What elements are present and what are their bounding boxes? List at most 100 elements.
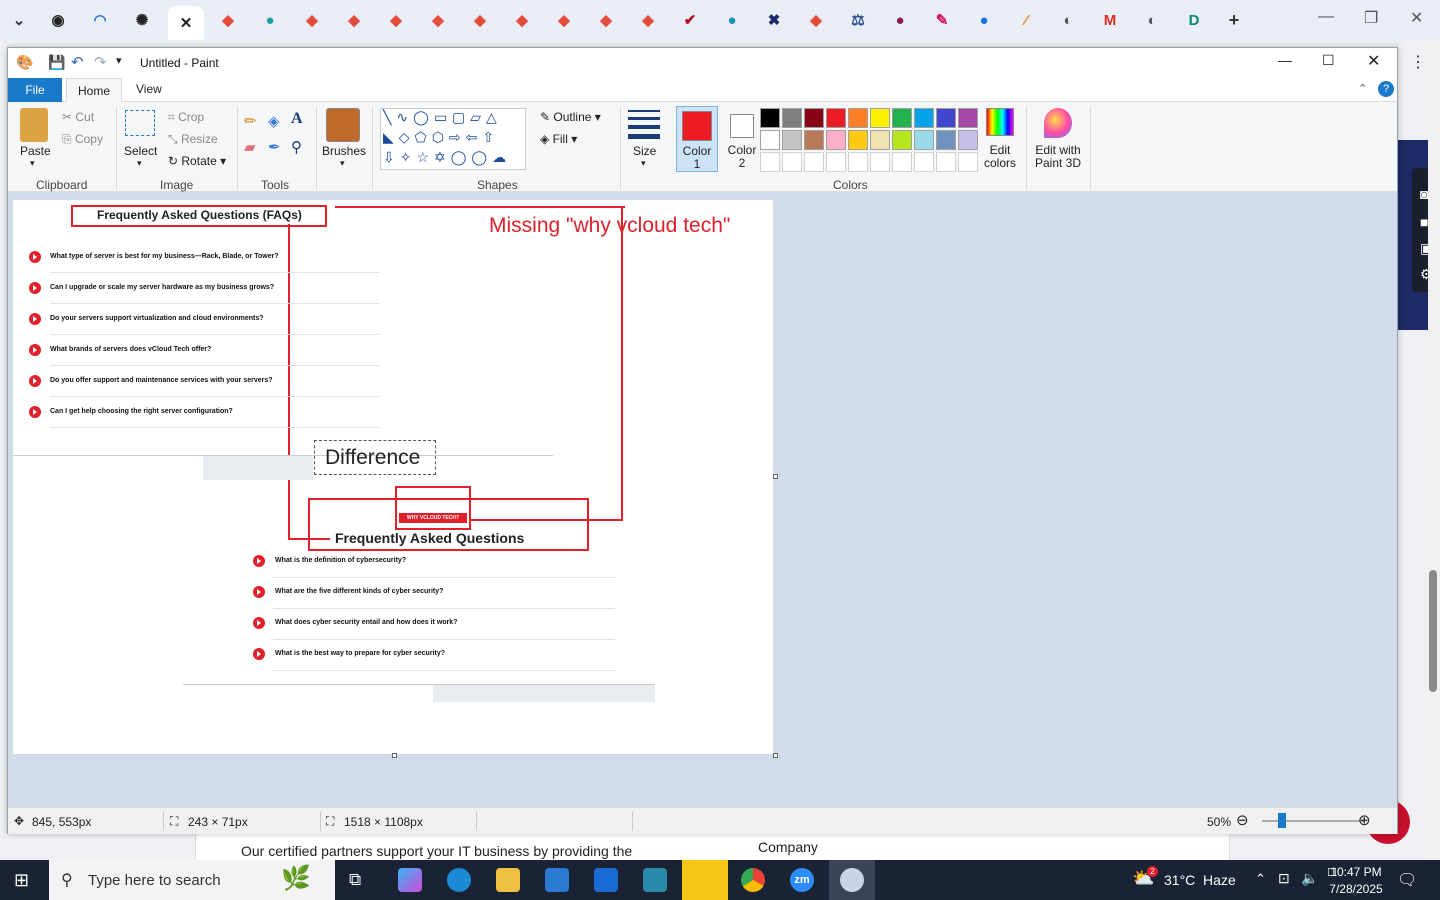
palette-swatch[interactable] [958,130,978,150]
app-icon[interactable] [643,868,667,892]
tab-favicon-18[interactable]: ✖ [756,6,792,34]
paste-dropdown-icon[interactable]: ▾ [30,158,35,169]
tab-favicon-24[interactable]: ⁄ [1008,6,1044,34]
size-dropdown-icon[interactable]: ▾ [641,158,646,169]
quick-access-dropdown-icon[interactable]: ▾ [116,54,122,67]
palette-swatch[interactable] [804,130,824,150]
color1-button[interactable]: Color 1 [676,106,718,172]
text-selection-box[interactable]: Difference [314,440,436,475]
page-scrollbar[interactable] [1428,40,1440,860]
clock-time[interactable]: 10:47 PM [1329,865,1383,879]
palette-swatch[interactable] [826,152,846,172]
palette-swatch[interactable] [848,130,868,150]
browser-menu-icon[interactable]: ⋮ [1410,52,1426,72]
tab-search-menu[interactable]: ⌄ [4,6,34,34]
tab-favicon-11[interactable]: ◆ [462,6,498,34]
network-icon[interactable]: ⊡ [1278,870,1290,887]
copy-button[interactable]: ⎘ Copy [62,132,103,147]
palette-swatch[interactable] [914,108,934,128]
tab-favicon-15[interactable]: ◆ [630,6,666,34]
brushes-dropdown-icon[interactable]: ▾ [340,158,345,169]
edit-colors-button[interactable]: Edit colors [980,144,1020,170]
tab-favicon-28[interactable]: D [1176,6,1212,34]
palette-swatch[interactable] [870,130,890,150]
tab-favicon-27[interactable]: ◐ [1134,6,1170,34]
tab-favicon-17[interactable]: ● [714,6,750,34]
crop-button[interactable]: ⌗ Crop [168,110,204,125]
copilot-icon[interactable] [398,868,422,892]
redo-icon[interactable]: ↷ [94,53,107,71]
outline-button[interactable]: ✎ Outline ▾ [540,110,601,124]
store-icon[interactable] [545,868,569,892]
canvas-resize-handle[interactable] [773,753,778,758]
palette-swatch[interactable] [782,108,802,128]
palette-swatch[interactable] [804,108,824,128]
tab-close-icon[interactable]: ✕ [168,6,204,40]
tab-favicon-13[interactable]: ◆ [546,6,582,34]
paint-app-icon[interactable]: 🎨 [16,54,33,71]
ribbon-collapse-icon[interactable]: ⌃ [1358,82,1367,95]
paint-maximize-icon[interactable]: ☐ [1322,52,1335,69]
tab-favicon-7[interactable]: ◆ [294,6,330,34]
tab-favicon-2[interactable]: ◠ [82,6,118,34]
rotate-button[interactable]: ↻ Rotate ▾ [168,154,226,168]
paint-3d-icon[interactable] [1044,108,1072,138]
paint-close-icon[interactable]: ✕ [1367,51,1380,71]
weather-text[interactable]: 31°C Haze [1164,872,1236,888]
start-icon[interactable]: ⊞ [14,870,29,891]
eraser-icon[interactable]: ▰ [244,138,256,156]
paint-taskbar-button[interactable] [829,860,875,900]
color2-button[interactable]: Color 2 [722,106,764,172]
chrome-icon[interactable] [741,868,765,892]
palette-swatch[interactable] [936,130,956,150]
palette-swatch[interactable] [870,152,890,172]
save-icon[interactable]: 💾 [48,54,65,71]
edit-with-paint3d-button[interactable]: Edit with Paint 3D [1032,144,1084,170]
palette-swatch[interactable] [914,152,934,172]
shapes-row-1[interactable]: ╲∿◯▭▢▱△ [383,109,502,126]
drawing-canvas[interactable]: Frequently Asked Questions (FAQs) Missin… [13,200,773,754]
tab-favicon-16[interactable]: ✔ [672,6,708,34]
palette-swatch[interactable] [958,108,978,128]
select-icon[interactable] [125,110,155,136]
palette-swatch[interactable] [760,130,780,150]
cut-button[interactable]: ✂ Cut [62,110,94,124]
fill-bucket-icon[interactable]: ◈ [268,112,280,130]
palette-swatch[interactable] [760,152,780,172]
tab-favicon-3[interactable]: ✺ [124,6,160,34]
tab-favicon-23[interactable]: ● [966,6,1002,34]
palette-swatch[interactable] [760,108,780,128]
palette-swatch[interactable] [848,108,868,128]
clock-date[interactable]: 7/28/2025 [1326,882,1386,896]
mail-icon[interactable] [594,868,618,892]
palette-swatch[interactable] [892,152,912,172]
palette-swatch[interactable] [892,130,912,150]
text-tool-icon[interactable]: A [291,110,303,128]
palette-swatch[interactable] [782,130,802,150]
tab-favicon-12[interactable]: ◆ [504,6,540,34]
canvas-workspace[interactable]: Frequently Asked Questions (FAQs) Missin… [8,192,1397,807]
taskbar-search-box[interactable]: ⚲ Type here to search 🌿 [49,860,335,900]
shapes-row-3[interactable]: ⇩✧☆✡◯◯☁ [383,149,511,166]
tab-favicon-22[interactable]: ✎ [924,6,960,34]
palette-swatch[interactable] [892,108,912,128]
tab-favicon-6[interactable]: ● [252,6,288,34]
tab-favicon-1[interactable]: ◉ [40,6,76,34]
edit-colors-icon[interactable] [986,108,1014,136]
tab-favicon-10[interactable]: ◆ [420,6,456,34]
tab-favicon-21[interactable]: ● [882,6,918,34]
color-picker-icon[interactable]: ✒ [268,138,281,156]
page-scrollbar-thumb[interactable] [1429,570,1437,692]
shapes-row-2[interactable]: ◣◇⬠⬡⇨⇦⇧ [383,129,499,146]
paste-button[interactable]: Paste [20,144,51,158]
tab-favicon-25[interactable]: ◐ [1050,6,1086,34]
sticky-notes-icon[interactable] [682,860,728,900]
tray-chevron-icon[interactable]: ⌃ [1255,871,1266,887]
palette-swatch[interactable] [958,152,978,172]
select-button[interactable]: Select [124,144,157,158]
tab-favicon-19[interactable]: ◆ [798,6,834,34]
new-tab-icon[interactable]: + [1216,6,1252,34]
size-button[interactable]: Size [633,144,656,158]
palette-swatch[interactable] [826,108,846,128]
volume-icon[interactable]: 🔈 [1301,870,1318,887]
